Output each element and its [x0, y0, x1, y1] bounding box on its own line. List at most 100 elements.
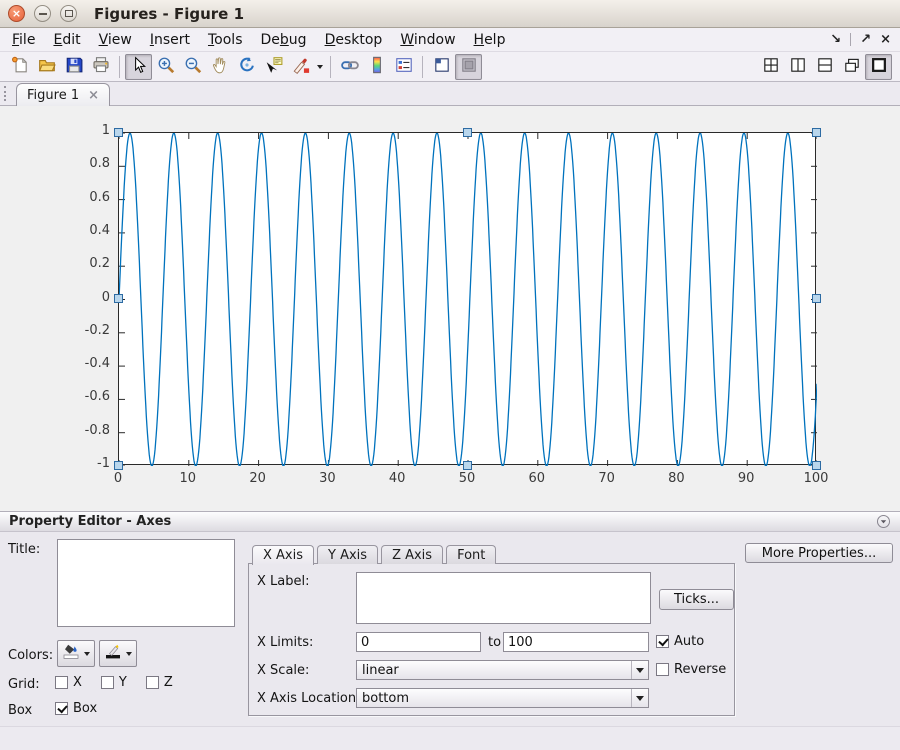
- save-figure-button[interactable]: [60, 54, 87, 80]
- collapse-panel-icon[interactable]: [876, 514, 891, 529]
- figures-window: × Figures - Figure 1 FileEditViewInsertT…: [0, 0, 900, 750]
- selection-handle[interactable]: [114, 294, 123, 303]
- insert-legend-icon: [395, 56, 413, 78]
- float-windows-button[interactable]: [838, 54, 865, 80]
- property-editor-panel: Property Editor - Axes Title: Colors:: [0, 511, 900, 726]
- tab-x-axis[interactable]: X Axis: [252, 545, 314, 565]
- x-scale-dropdown[interactable]: linear: [356, 660, 649, 680]
- close-panel-icon[interactable]: ×: [880, 33, 891, 46]
- pan-button[interactable]: [206, 54, 233, 80]
- menu-window[interactable]: Window: [391, 30, 464, 50]
- close-icon: ×: [12, 8, 21, 19]
- tab-z-axis[interactable]: Z Axis: [381, 545, 443, 564]
- grid-y-checkbox[interactable]: [101, 676, 114, 689]
- hide-plot-tools-button[interactable]: [428, 54, 455, 80]
- tab-font[interactable]: Font: [446, 545, 496, 564]
- zoom-out-button[interactable]: [179, 54, 206, 80]
- figure-canvas[interactable]: 0102030405060708090100-1-0.8-0.6-0.4-0.2…: [0, 106, 900, 511]
- selection-handle[interactable]: [114, 128, 123, 137]
- link-plots-button[interactable]: [336, 54, 363, 80]
- axes[interactable]: [118, 132, 816, 465]
- background-color-button[interactable]: [57, 640, 95, 667]
- x-tick-label: 0: [93, 471, 143, 486]
- sine-curve[interactable]: [119, 133, 817, 466]
- ticks-button[interactable]: Ticks...: [659, 589, 734, 610]
- zoom-in-icon: [157, 56, 175, 78]
- x-axis-location-value: bottom: [362, 691, 409, 706]
- edit-plot-icon: [130, 56, 148, 78]
- auto-checkbox[interactable]: [656, 635, 669, 648]
- x-tick-label: 70: [582, 471, 632, 486]
- brush-data-dropdown-arrow[interactable]: [314, 54, 325, 80]
- split-vertical-button[interactable]: [784, 54, 811, 80]
- x-tick-label: 30: [302, 471, 352, 486]
- minimize-icon: [39, 13, 47, 15]
- tabbar-grip-handle[interactable]: [4, 86, 7, 101]
- tab-y-axis[interactable]: Y Axis: [317, 545, 378, 564]
- reverse-checkbox[interactable]: [656, 663, 669, 676]
- dock-figures-icon[interactable]: ↘: [830, 33, 841, 46]
- insert-legend-button[interactable]: [390, 54, 417, 80]
- tab-close-icon[interactable]: ×: [88, 89, 99, 102]
- line-color-button[interactable]: [99, 640, 137, 667]
- selection-handle[interactable]: [812, 294, 821, 303]
- y-tick-label: 1: [62, 123, 110, 138]
- new-figure-button[interactable]: [6, 54, 33, 80]
- menu-file[interactable]: File: [3, 30, 44, 50]
- x-axis-location-dropdown[interactable]: bottom: [356, 688, 649, 708]
- more-properties-button[interactable]: More Properties...: [745, 543, 893, 563]
- menu-edit[interactable]: Edit: [44, 30, 89, 50]
- minimize-button[interactable]: [34, 5, 51, 22]
- grid-layout-button[interactable]: [757, 54, 784, 80]
- selection-handle[interactable]: [463, 128, 472, 137]
- close-button[interactable]: ×: [8, 5, 25, 22]
- grid-z-checkbox[interactable]: [146, 676, 159, 689]
- box-checkbox-label: Box: [73, 701, 97, 716]
- menu-help[interactable]: Help: [465, 30, 515, 50]
- brush-data-button[interactable]: [287, 54, 314, 80]
- insert-colorbar-icon: [368, 56, 386, 78]
- y-tick-label: -0.6: [62, 389, 110, 404]
- selection-handle[interactable]: [114, 461, 123, 470]
- toolbar-right: [757, 54, 892, 80]
- edit-plot-button[interactable]: [125, 54, 152, 80]
- tab-bar: Figure 1 ×: [0, 82, 900, 106]
- menu-desktop[interactable]: Desktop: [316, 30, 392, 50]
- maximize-pane-button[interactable]: [865, 54, 892, 80]
- menu-insert[interactable]: Insert: [141, 30, 199, 50]
- print-figure-button[interactable]: [87, 54, 114, 80]
- toolbar-left: [6, 54, 482, 80]
- open-file-button[interactable]: [33, 54, 60, 80]
- menu-debug[interactable]: Debug: [252, 30, 316, 50]
- grid-z-checkbox-label: Z: [164, 675, 173, 690]
- title-input[interactable]: [57, 539, 235, 627]
- toolbar-separator: [119, 56, 120, 78]
- to-label: to: [488, 635, 501, 650]
- grid-x-checkbox[interactable]: [55, 676, 68, 689]
- selection-handle[interactable]: [812, 461, 821, 470]
- dropdown-arrow-icon: [317, 65, 323, 69]
- insert-colorbar-button[interactable]: [363, 54, 390, 80]
- box-checkbox[interactable]: [55, 702, 68, 715]
- split-horizontal-button[interactable]: [811, 54, 838, 80]
- selection-handle[interactable]: [463, 461, 472, 470]
- tab-figure-1[interactable]: Figure 1 ×: [16, 83, 110, 106]
- menu-tools[interactable]: Tools: [199, 30, 252, 50]
- box-label: Box: [8, 703, 32, 718]
- x-limit-max-input[interactable]: [503, 632, 649, 652]
- x-label-input[interactable]: [356, 572, 651, 624]
- x-limit-min-input[interactable]: [356, 632, 481, 652]
- x-limits-label: X Limits:: [257, 635, 313, 650]
- grid-layout-icon: [762, 56, 780, 78]
- selection-handle[interactable]: [812, 128, 821, 137]
- x-label-label: X Label:: [257, 574, 310, 589]
- data-cursor-button[interactable]: [260, 54, 287, 80]
- x-axis-location-label: X Axis Location:: [257, 691, 361, 706]
- rotate-3d-button[interactable]: [233, 54, 260, 80]
- x-tick-label: 80: [651, 471, 701, 486]
- zoom-out-icon: [184, 56, 202, 78]
- maximize-button[interactable]: [60, 5, 77, 22]
- menu-view[interactable]: View: [90, 30, 141, 50]
- undock-icon[interactable]: ↗: [860, 33, 871, 46]
- zoom-in-button[interactable]: [152, 54, 179, 80]
